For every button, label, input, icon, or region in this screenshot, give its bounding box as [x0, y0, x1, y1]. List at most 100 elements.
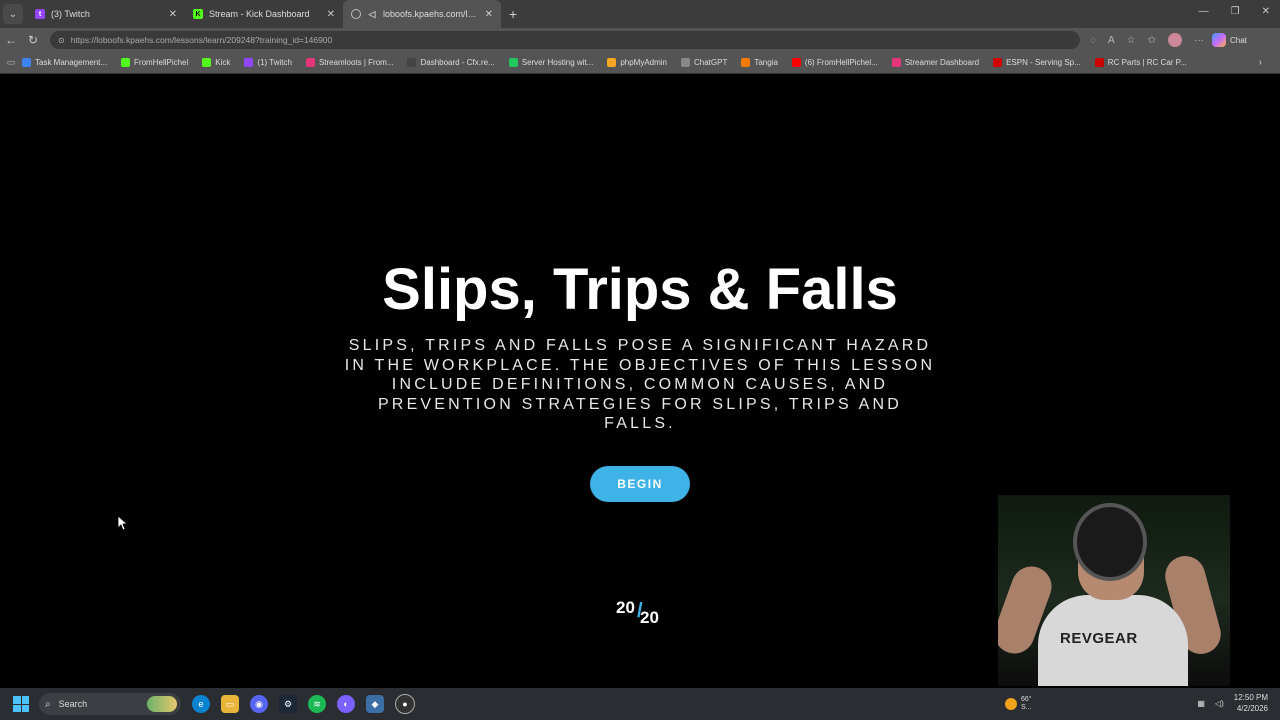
spotify-icon[interactable]: ≋ [308, 695, 326, 713]
bookmark-label: Kick [215, 58, 231, 67]
bookmark-item[interactable]: Tangia [741, 58, 778, 67]
windows-start-icon[interactable] [13, 696, 29, 712]
copilot-icon [1211, 33, 1226, 47]
bookmark-label: Streamloots | From... [318, 58, 394, 67]
bookmark-label: ESPN - Serving Sp... [1006, 58, 1081, 67]
weather-widget[interactable]: 66° S... [1005, 696, 1032, 712]
bookmark-item[interactable]: Streamer Dashboard [891, 58, 980, 67]
tab-label: Stream - Kick Dashboard [209, 9, 310, 19]
bookmark-item[interactable]: (6) FromHellPichel... [791, 58, 878, 67]
tab-lesson[interactable]: ◁ loboofs.kpaehs.com/lessons/l ✕ [343, 0, 501, 28]
steam-icon[interactable]: ⚙ [279, 695, 297, 713]
bookmark-label: RC Parts | RC Car P... [1107, 58, 1187, 67]
bookmark-item[interactable]: ESPN - Serving Sp... [993, 58, 1081, 67]
refresh-icon[interactable]: ↻ [22, 33, 44, 47]
obs-icon[interactable]: ● [395, 694, 415, 714]
back-icon[interactable]: ← [0, 33, 22, 47]
bookmark-label: FromHellPichel [134, 58, 189, 67]
bookmark-item[interactable]: Task Management... [22, 58, 107, 67]
bookmark-label: ChatGPT [694, 58, 728, 67]
bookmark-favicon-icon [607, 58, 617, 67]
close-window-icon[interactable]: ✕ [1262, 6, 1270, 17]
tracking-icon[interactable]: ◌ [1090, 35, 1096, 46]
logo-2020: 20 / 20 [616, 598, 659, 627]
chat-label: Chat [1229, 35, 1247, 45]
window-controls: — ❐ ✕ [1199, 6, 1270, 17]
tab-kick-dashboard[interactable]: K Stream - Kick Dashboard ✕ [185, 0, 343, 28]
lesson-title: Slips, Trips & Falls [382, 257, 898, 322]
bookmark-favicon-icon [121, 58, 131, 67]
bookmark-label: Streamer Dashboard [904, 58, 980, 67]
network-icon[interactable]: ▦ [1197, 699, 1205, 708]
bookmark-item[interactable]: ChatGPT [681, 58, 727, 67]
edge-icon[interactable]: e [192, 695, 210, 713]
bookmark-item[interactable]: (1) Twitch [244, 58, 292, 67]
bookmark-label: Tangia [754, 58, 778, 67]
mouse-cursor-icon [118, 516, 128, 531]
close-icon[interactable]: ✕ [169, 9, 177, 20]
tab-twitch[interactable]: t (3) Twitch ✕ [27, 0, 185, 28]
kick-icon: K [193, 9, 203, 19]
volume-icon[interactable]: ◁) [1215, 699, 1224, 708]
sun-icon [1005, 698, 1017, 710]
close-icon[interactable]: ✕ [327, 9, 335, 20]
toolbar-icons: ◌ A ☆ ✩ ··· [1090, 33, 1204, 47]
favorites-icon[interactable]: ✩ [1148, 35, 1156, 46]
tab-label: loboofs.kpaehs.com/lessons/l [383, 9, 479, 19]
new-tab-button[interactable]: + [509, 6, 517, 22]
bookmark-favicon-icon [508, 58, 518, 67]
search-icon: ⌕ [45, 698, 51, 710]
read-aloud-icon[interactable]: A [1108, 35, 1115, 46]
twitch-icon: t [35, 9, 45, 19]
bookmarks-list: Task Management... FromHellPichel Kick (1) … [22, 58, 1201, 67]
more-menu-icon[interactable]: ··· [1194, 35, 1204, 46]
app-icon[interactable]: ◐ [337, 695, 355, 713]
address-text: https://loboofs.kpaehs.com/lessons/learn… [70, 35, 333, 45]
bookmark-item[interactable]: Dashboard - Cfx.re... [407, 58, 495, 67]
bookmark-label: Dashboard - Cfx.re... [420, 58, 495, 67]
bookmark-label: (1) Twitch [257, 58, 292, 67]
bookmark-favicon-icon [407, 58, 417, 67]
bookmark-favicon-icon [891, 58, 901, 67]
minimize-icon[interactable]: — [1199, 6, 1209, 17]
profile-avatar[interactable] [1167, 33, 1182, 47]
bookmark-label: phpMyAdmin [620, 58, 667, 67]
bookmark-item[interactable]: Streamloots | From... [305, 58, 394, 67]
bookmark-item[interactable]: FromHellPichel [121, 58, 188, 67]
restore-icon[interactable]: ❐ [1231, 6, 1240, 17]
site-info-icon[interactable]: ⊙ [58, 36, 65, 45]
bookmark-item[interactable]: phpMyAdmin [607, 58, 667, 67]
discord-icon[interactable]: ◉ [250, 695, 268, 713]
tab-strip: ⌄ t (3) Twitch ✕ K Stream - Kick Dashboa… [0, 0, 1280, 28]
webcam-overlay: REVGEAR [998, 495, 1230, 686]
system-tray: ▦ ◁) 12:50 PM 4/2/2026 [1197, 692, 1268, 714]
bookmark-label: Server Hosting wit... [521, 58, 594, 67]
file-explorer-icon[interactable]: ▭ [221, 695, 239, 713]
bookmark-favicon-icon [791, 58, 801, 67]
taskbar-search[interactable]: ⌕ Search [39, 693, 181, 715]
close-icon[interactable]: ✕ [485, 9, 493, 20]
collections-icon[interactable]: ▭ [0, 57, 22, 68]
speaker-icon[interactable]: ◁ [367, 9, 377, 19]
address-bar[interactable]: ⊙ https://loboofs.kpaehs.com/lessons/lea… [50, 31, 1080, 49]
search-label: Search [58, 699, 88, 709]
bookmark-favicon-icon [202, 58, 212, 67]
bookmark-favicon-icon [993, 58, 1003, 67]
favorite-star-icon[interactable]: ☆ [1127, 35, 1136, 46]
clock[interactable]: 12:50 PM 4/2/2026 [1234, 692, 1268, 714]
bookmark-favicon-icon [681, 58, 690, 67]
bookmark-label: (6) FromHellPichel... [804, 58, 878, 67]
bookmark-item[interactable]: RC Parts | RC Car P... [1094, 58, 1187, 67]
bookmarks-bar: ▭ Task Management... FromHellPichel Kick (1… [0, 52, 1280, 74]
tab-label: (3) Twitch [51, 9, 90, 19]
globe-icon [351, 9, 361, 19]
lesson-description: SLIPS, TRIPS AND FALLS POSE A SIGNIFICAN… [344, 337, 936, 432]
bookmark-item[interactable]: Kick [202, 58, 230, 67]
bookmark-item[interactable]: Server Hosting wit... [508, 58, 594, 67]
chevron-right-icon[interactable]: › [1259, 57, 1262, 68]
copilot-chat-button[interactable]: Chat [1211, 33, 1247, 47]
app-icon-2[interactable]: ◆ [366, 695, 384, 713]
bookmark-favicon-icon [305, 58, 315, 67]
begin-button[interactable]: BEGIN [590, 466, 690, 502]
tab-actions-button[interactable]: ⌄ [3, 4, 23, 24]
